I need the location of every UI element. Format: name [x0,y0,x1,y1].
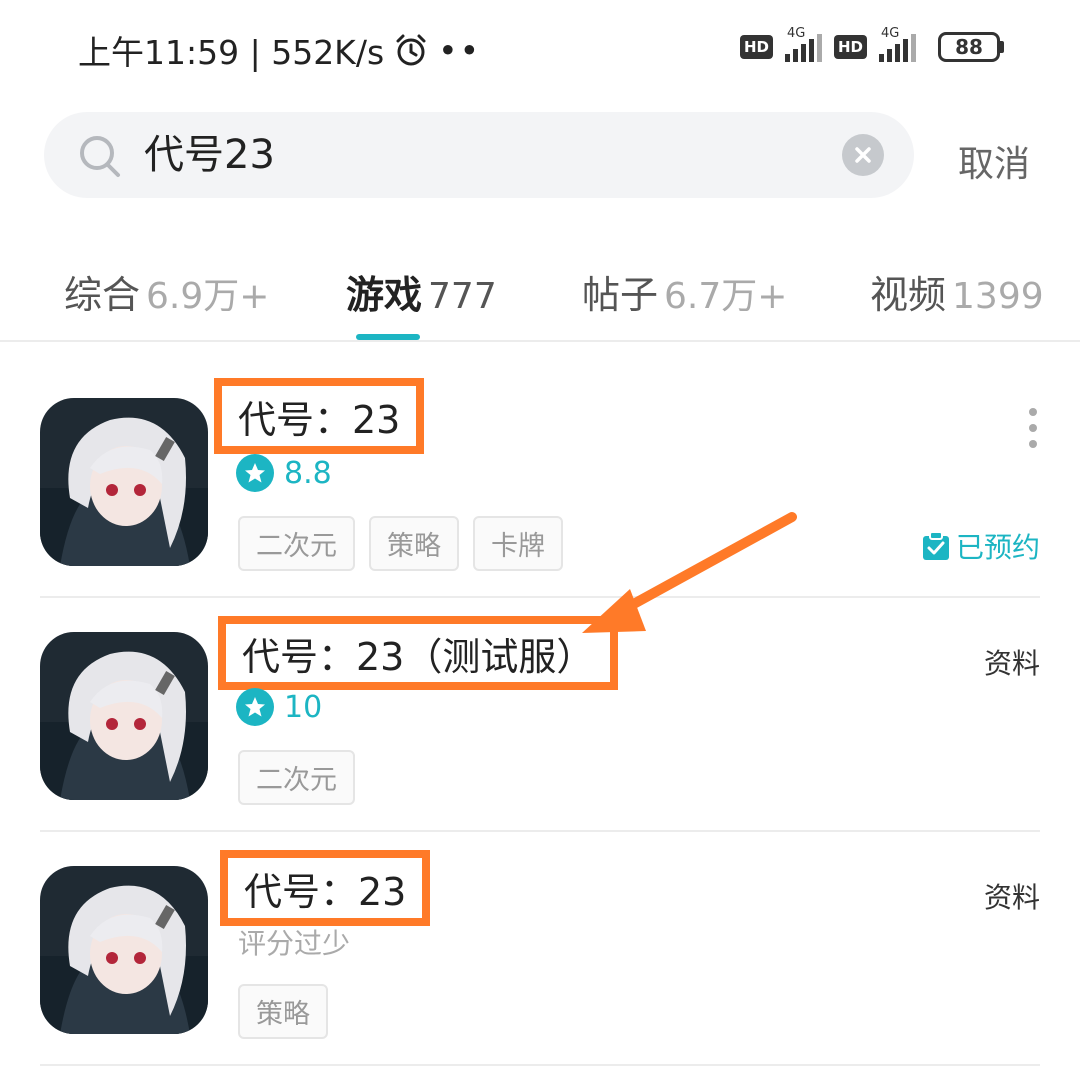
item-divider [40,596,1040,598]
signal-icon: 4G [784,26,822,62]
status-bar: 上午11:59 | 552K/s •• HD 4G HD 4G 88 [0,0,1080,100]
battery-level: 88 [938,32,1000,62]
list-item[interactable]: 代号：23 评分过少 策略 资料 [40,850,1040,1066]
game-title[interactable]: 代号：23 [238,389,400,444]
signal-icon: 4G [879,26,916,62]
tabs-divider [0,340,1080,342]
tab-general[interactable]: 综合 6.9万+ [64,264,269,319]
item-divider [40,1064,1040,1066]
list-item[interactable]: 代号：23（测试服） 10 二次元 资料 [40,616,1040,832]
tag[interactable]: 二次元 [238,750,355,805]
tag[interactable]: 卡牌 [473,516,563,571]
arrow-annotation-icon [582,512,797,633]
game-rating: 8.8 [236,454,332,492]
tag[interactable]: 策略 [369,516,459,571]
reserved-status[interactable]: 已预约 [922,526,1040,566]
more-options-icon[interactable] [1026,408,1040,448]
status-right: HD 4G HD 4G 88 [739,26,1004,62]
tag-list: 二次元 策略 卡牌 [238,516,563,571]
rating-value: 8.8 [284,455,332,491]
tab-label: 帖子 [582,273,659,317]
clear-search-icon[interactable] [842,134,884,176]
result-tabs: 综合 6.9万+ 游戏 777 帖子 6.7万+ 视频 1399 [0,258,1080,342]
signal-label: 4G [881,26,900,41]
tab-label: 视频 [870,273,947,317]
game-title-highlight: 代号：23 [220,850,431,926]
tab-count: 777 [428,276,497,317]
game-title-highlight: 代号：23（测试服） [218,616,619,690]
tab-label: 游戏 [346,273,423,317]
search-icon [80,136,120,177]
game-avatar[interactable] [40,632,208,800]
status-dots: •• [438,30,482,70]
game-title[interactable]: 代号：23（测试服） [242,626,594,681]
tag[interactable]: 二次元 [238,516,355,571]
battery-icon: 88 [938,32,1004,62]
calendar-check-icon [922,531,949,560]
hd-badge: HD [739,35,773,59]
tab-posts[interactable]: 帖子 6.7万+ [582,264,787,319]
status-time: 上午11:59 | 552K/s [78,33,385,72]
rating-too-few: 评分过少 [238,927,351,960]
status-left: 上午11:59 | 552K/s •• [78,26,481,74]
star-icon [236,454,274,492]
signal-label: 4G [786,26,806,41]
item-divider [40,830,1040,832]
tag-list: 二次元 [238,750,355,805]
game-title[interactable]: 代号：23 [244,861,406,916]
list-item[interactable]: 代号：23 8.8 二次元 策略 卡牌 已预约 [40,378,1040,598]
cancel-button[interactable]: 取消 [958,135,1030,187]
alarm-icon [396,34,426,66]
tab-count: 6.7万+ [664,276,788,317]
tab-games[interactable]: 游戏 777 [346,264,497,319]
tab-videos[interactable]: 视频 1399 [870,264,1044,319]
tag[interactable]: 策略 [238,984,328,1039]
game-rating: 10 [236,688,322,726]
info-link[interactable]: 资料 [984,876,1040,916]
search-bar[interactable]: 代号23 [44,112,914,198]
tab-count: 1399 [952,276,1044,317]
tab-count: 6.9万+ [146,276,270,317]
game-avatar[interactable] [40,866,208,1034]
star-icon [236,688,274,726]
hd-badge: HD [833,35,867,59]
reserved-label: 已预约 [955,531,1040,564]
search-input[interactable]: 代号23 [144,132,275,178]
game-avatar[interactable] [40,398,208,566]
tab-label: 综合 [64,273,141,317]
info-link[interactable]: 资料 [984,642,1040,682]
game-title-highlight: 代号：23 [214,378,425,454]
tag-list: 策略 [238,984,328,1039]
rating-value: 10 [284,689,323,725]
